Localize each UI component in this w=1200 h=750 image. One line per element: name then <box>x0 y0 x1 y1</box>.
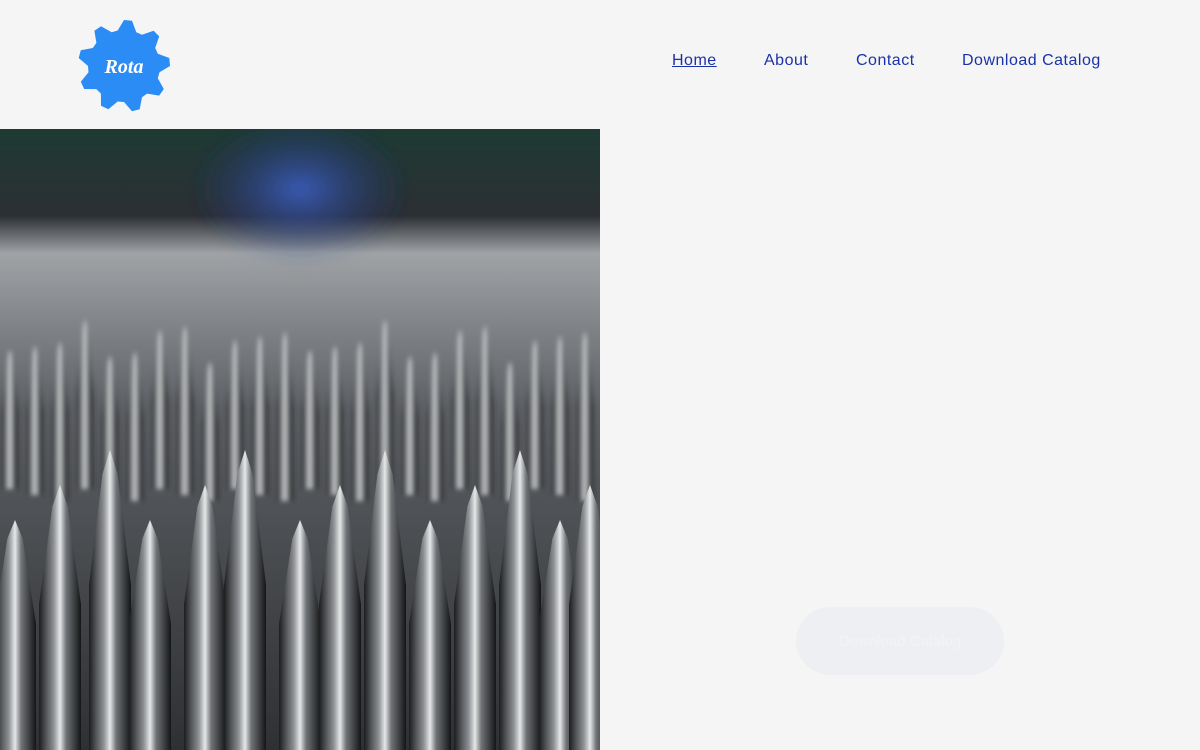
nav-home[interactable]: Home <box>672 52 717 70</box>
nav-contact[interactable]: Contact <box>856 52 915 70</box>
hero-photo-icon <box>0 129 600 750</box>
logo-text: Rota <box>104 56 144 78</box>
hero-content: Download Catalog <box>600 129 1200 750</box>
main-nav: Home About Contact Download Catalog <box>650 52 1130 72</box>
nav-about[interactable]: About <box>764 52 808 70</box>
nav-download-catalog[interactable]: Download Catalog <box>962 52 1101 70</box>
site-header: Rota Home About Contact Download Catalog <box>0 0 1200 129</box>
logo-icon: Rota <box>78 20 170 112</box>
hero-image <box>0 129 600 750</box>
download-catalog-button[interactable]: Download Catalog <box>796 607 1004 675</box>
logo[interactable]: Rota <box>78 20 170 112</box>
